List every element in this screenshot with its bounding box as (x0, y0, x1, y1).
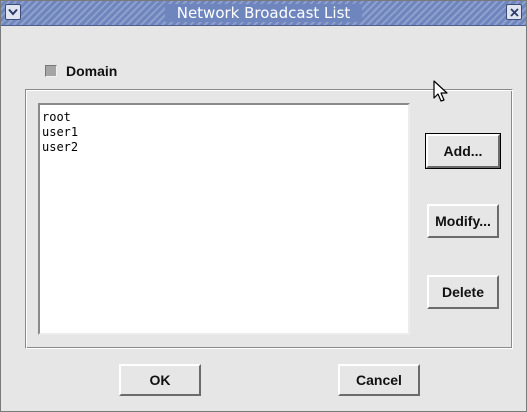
dialog-window: Network Broadcast List Domain root user1… (0, 0, 527, 412)
domain-checkbox[interactable] (45, 65, 57, 77)
window-title: Network Broadcast List (1, 4, 526, 22)
close-button[interactable] (506, 4, 522, 20)
domain-checkbox-label: Domain (66, 63, 118, 79)
close-icon (509, 7, 519, 17)
window-title-text: Network Broadcast List (164, 4, 363, 22)
delete-button[interactable]: Delete (427, 275, 499, 309)
ok-button[interactable]: OK (119, 364, 201, 396)
domain-checkbox-row[interactable]: Domain (45, 63, 117, 79)
broadcast-list-group: root user1 user2 Add... Modify... Delete (25, 89, 513, 349)
list-item[interactable]: root (42, 110, 408, 125)
list-item[interactable]: user2 (42, 140, 408, 155)
cancel-button[interactable]: Cancel (338, 364, 420, 396)
title-bar[interactable]: Network Broadcast List (1, 1, 526, 26)
add-button[interactable]: Add... (425, 133, 501, 169)
list-item[interactable]: user1 (42, 125, 408, 140)
modify-button[interactable]: Modify... (427, 204, 499, 238)
broadcast-listbox[interactable]: root user1 user2 (38, 103, 410, 335)
mouse-pointer-icon (433, 80, 448, 102)
